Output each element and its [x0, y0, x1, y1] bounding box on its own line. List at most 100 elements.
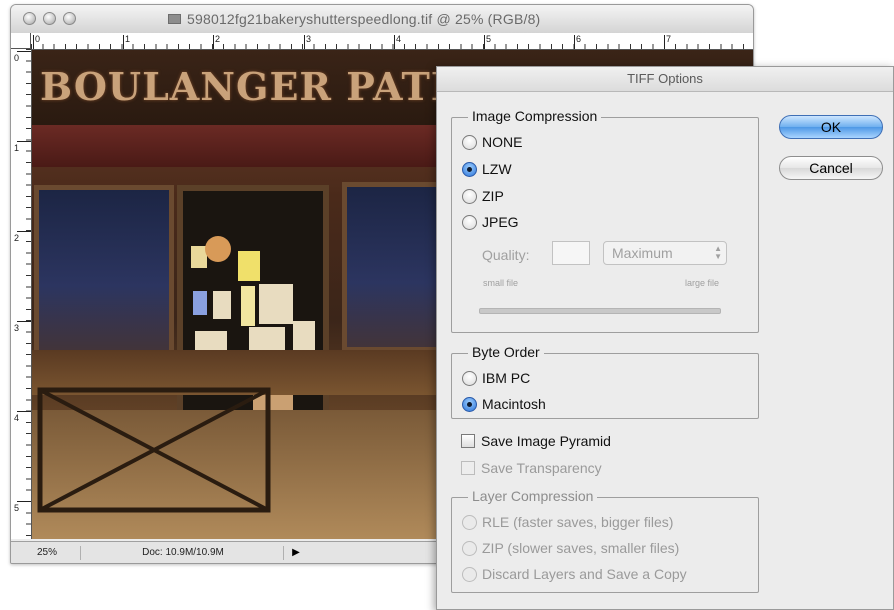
ruler-label-y: 4 [14, 413, 20, 423]
horizontal-ruler[interactable] [31, 33, 753, 50]
ruler-major-tick [123, 35, 124, 49]
title-bar[interactable]: 598012fg21bakeryshutterspeedlong.tif @ 2… [11, 5, 753, 34]
ruler-major-tick [17, 231, 31, 232]
door-poster [238, 251, 260, 281]
checkbox[interactable] [461, 461, 475, 475]
ruler-major-tick [484, 35, 485, 49]
document-size-info: Doc: 10.9M/10.9M [83, 546, 284, 560]
minimize-window-button[interactable] [43, 12, 56, 25]
door-poster [193, 291, 207, 315]
door-poster [259, 284, 293, 324]
radio-button[interactable] [462, 161, 477, 177]
door-poster [241, 286, 255, 326]
cancel-button[interactable]: Cancel [779, 156, 883, 180]
compression-lzw-radio[interactable]: LZW [462, 161, 512, 177]
radio-label: Discard Layers and Save a Copy [482, 566, 687, 582]
radio-button[interactable] [462, 540, 477, 556]
updown-arrows-icon: ▲ ▼ [714, 244, 722, 261]
ruler-label-x: 5 [486, 34, 492, 44]
ruler-label-x: 3 [306, 34, 312, 44]
save-image-pyramid-checkbox[interactable]: Save Image Pyramid [461, 433, 611, 449]
small-file-label: small file [483, 278, 519, 288]
ruler-major-tick [304, 35, 305, 49]
radio-label: NONE [482, 134, 523, 150]
byte-order-group: Byte Order IBM PC Macintosh [451, 344, 759, 419]
ruler-major-tick [394, 35, 395, 49]
ruler-label-x: 7 [666, 34, 672, 44]
quality-label: Quality: [482, 247, 530, 263]
radio-button[interactable] [462, 566, 477, 582]
checkbox-label: Save Transparency [481, 460, 602, 476]
ok-button[interactable]: OK [779, 115, 883, 139]
window-title: 598012fg21bakeryshutterspeedlong.tif @ 2… [187, 11, 541, 27]
compression-zip-radio[interactable]: ZIP [462, 188, 504, 204]
compression-jpeg-radio[interactable]: JPEG [462, 214, 519, 230]
quality-input[interactable] [552, 241, 590, 265]
zoom-level-field[interactable]: 25% [14, 546, 81, 560]
compression-none-radio[interactable]: NONE [462, 134, 522, 150]
checkbox[interactable] [461, 434, 475, 448]
layer-rle-radio[interactable]: RLE (faster saves, bigger files) [462, 514, 673, 530]
tiff-options-dialog: TIFF Options Image Compression NONE LZW … [436, 66, 894, 610]
ruler-major-tick [17, 141, 31, 142]
ruler-major-tick [33, 35, 34, 49]
radio-label: IBM PC [482, 370, 531, 386]
image-compression-label: Image Compression [468, 108, 602, 124]
save-transparency-checkbox[interactable]: Save Transparency [461, 460, 602, 476]
layer-compression-group: Layer Compression RLE (faster saves, big… [451, 488, 759, 593]
ruler-major-tick [574, 35, 575, 49]
layer-zip-radio[interactable]: ZIP (slower saves, smaller files) [462, 540, 679, 556]
large-file-label: large file [685, 278, 720, 288]
vertical-ruler[interactable] [11, 49, 32, 539]
radio-button[interactable] [462, 514, 477, 530]
dialog-title: TIFF Options [437, 67, 893, 92]
sign-lettering: BOULANGER PATIS [40, 64, 478, 109]
door-poster [205, 236, 231, 262]
ruler-major-tick [213, 35, 214, 49]
ruler-major-tick [17, 321, 31, 322]
ruler-label-x: 2 [215, 34, 221, 44]
radio-label: ZIP [482, 188, 504, 204]
door-poster [293, 321, 315, 351]
byte-order-ibm-radio[interactable]: IBM PC [462, 370, 530, 386]
radio-label: Macintosh [482, 396, 546, 412]
radio-label: RLE (faster saves, bigger files) [482, 514, 674, 530]
byte-order-label: Byte Order [468, 344, 544, 360]
ruler-label-x: 1 [125, 34, 131, 44]
ruler-label-y: 5 [14, 503, 20, 513]
quality-select[interactable]: Maximum ▲ ▼ [603, 241, 727, 265]
radio-label: LZW [482, 161, 512, 177]
ruler-major-tick [664, 35, 665, 49]
radio-label: JPEG [482, 214, 519, 230]
door-poster [213, 291, 231, 319]
ruler-label-y: 1 [14, 143, 20, 153]
ruler-label-x: 0 [35, 34, 41, 44]
ruler-major-tick [17, 501, 31, 502]
document-icon [168, 14, 181, 24]
ruler-label-x: 6 [576, 34, 582, 44]
quality-slider[interactable] [479, 308, 721, 314]
radio-button[interactable] [462, 396, 477, 412]
radio-button[interactable] [462, 188, 477, 204]
radio-button[interactable] [462, 214, 477, 230]
radio-button[interactable] [462, 370, 477, 386]
ruler-label-y: 2 [14, 233, 20, 243]
radio-button[interactable] [462, 134, 477, 150]
ruler-label-y: 3 [14, 323, 20, 333]
byte-order-mac-radio[interactable]: Macintosh [462, 396, 546, 412]
status-menu-arrow-icon[interactable]: ▶ [289, 546, 303, 560]
ruler-label-x: 4 [396, 34, 402, 44]
layer-discard-radio[interactable]: Discard Layers and Save a Copy [462, 566, 687, 582]
ruler-major-tick [17, 411, 31, 412]
layer-compression-label: Layer Compression [468, 488, 598, 504]
zoom-window-button[interactable] [63, 12, 76, 25]
close-window-button[interactable] [23, 12, 36, 25]
ruler-label-y: 0 [14, 53, 20, 63]
checkbox-label: Save Image Pyramid [481, 433, 611, 449]
image-compression-group: Image Compression NONE LZW ZIP JPEG [451, 108, 759, 333]
ruler-origin[interactable] [11, 33, 31, 49]
street-barrier [37, 387, 271, 513]
quality-select-value: Maximum [612, 245, 673, 261]
ruler-major-tick [17, 51, 31, 52]
radio-label: ZIP (slower saves, smaller files) [482, 540, 680, 556]
